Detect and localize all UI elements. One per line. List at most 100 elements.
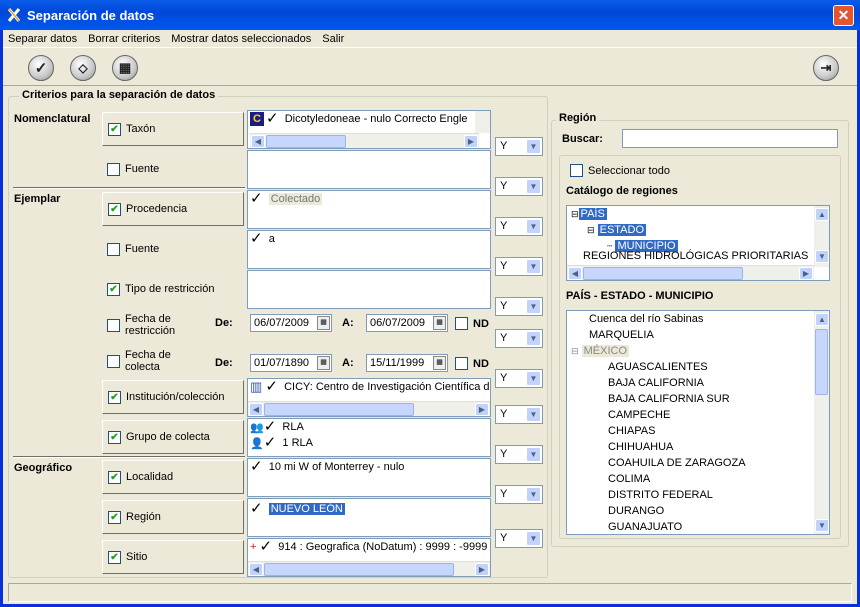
close-button[interactable]: ✕ [833,5,854,26]
criterion-fecha-restriccion[interactable]: Fecha de restricción [102,308,202,342]
check-icon: ✓ [263,418,277,435]
criterion-fuente-ejemplar[interactable]: Fuente [102,232,244,266]
fuente-checkbox[interactable] [107,162,120,176]
catalog-tree[interactable]: ⊟ PAÍS ⊟ ESTADO ┄ MUNICIPIO REGIONES HIDR… [566,205,830,281]
combo-y[interactable]: Y ▼ [495,137,543,156]
nd-checkbox[interactable] [455,357,468,370]
exit-button[interactable]: ⇥ [813,55,839,81]
criterion-fecha-colecta[interactable]: Fecha de colecta [102,344,202,378]
combo-y[interactable]: Y ▼ [495,485,543,504]
tree-item[interactable]: DURANGO [567,503,829,519]
tree-item[interactable]: Cuenca del río Sabinas [567,311,829,327]
select-all-checkbox[interactable] [570,164,583,177]
region-checkbox[interactable] [108,510,121,524]
criterion-procedencia[interactable]: Procedencia [102,192,244,226]
institucion-values[interactable]: ▥ ✓ CICY: Centro de Investigación Cientí… [247,378,491,417]
tree-item[interactable]: CAMPECHE [567,407,829,423]
show-data-button[interactable]: ▦ [112,55,138,81]
tree-item[interactable]: CHIAPAS [567,423,829,439]
institucion-checkbox[interactable] [108,390,121,404]
tree-item[interactable]: DISTRITO FEDERAL [567,487,829,503]
criterion-sitio[interactable]: Sitio [102,540,244,574]
localidad-checkbox[interactable] [108,470,121,484]
catalog-vscroll[interactable]: ▲ ▼ [814,206,829,267]
tree-item[interactable]: ⊟ ESTADO [567,222,829,238]
combo-y[interactable]: Y ▼ [495,217,543,236]
tree-item[interactable]: REGIONES HIDROLÓGICAS PRIORITARIAS [567,248,829,264]
table-icon: ▦ [118,60,132,75]
tipo-restriccion-values[interactable] [247,270,491,309]
taxon-hscroll[interactable]: ◀ ▶ [250,133,479,148]
criterion-taxon[interactable]: Taxón [102,112,244,146]
tree-item[interactable]: ⊟ MÉXICO [567,343,829,359]
tree-item[interactable]: CHIHUAHUA [567,439,829,455]
combo-y[interactable]: Y ▼ [495,405,543,424]
criterion-institucion[interactable]: Institución/colección [102,380,244,414]
sitio-checkbox[interactable] [108,550,121,564]
tree-item[interactable]: COLIMA [567,471,829,487]
fecha-restriccion-checkbox[interactable] [107,318,120,332]
separate-data-button[interactable]: ✓ [28,55,54,81]
combo-y[interactable]: Y ▼ [495,329,543,348]
grupo-colecta-values[interactable]: 👥 ✓ RLA 👤 ✓ 1 RLA [247,418,491,457]
criterion-grupo-colecta[interactable]: Grupo de colecta [102,420,244,454]
institucion-hscroll[interactable]: ◀ ▶ [248,401,490,416]
tree-item[interactable]: COAHUILA DE ZARAGOZA [567,455,829,471]
colecta-a-date[interactable]: 15/11/1999 ▦ [366,354,448,372]
fecha-colecta-checkbox[interactable] [107,354,120,368]
restriccion-nd[interactable]: ND [455,317,489,330]
combo-y[interactable]: Y ▼ [495,257,543,276]
combo-y[interactable]: Y ▼ [495,297,543,316]
menu-borrar-criterios[interactable]: Borrar criterios [88,33,160,45]
tipo-restriccion-checkbox[interactable] [107,282,120,296]
calendar-icon[interactable]: ▦ [433,316,446,330]
criterion-localidad[interactable]: Localidad [102,460,244,494]
nd-checkbox[interactable] [455,317,468,330]
tree-item[interactable]: BAJA CALIFORNIA [567,375,829,391]
region-values[interactable]: ✓ NUEVO LEÓN [247,498,491,537]
sitio-values[interactable]: + ✓ 914 : Geografica (NoDatum) : 9999 : … [247,538,491,577]
procedencia-checkbox[interactable] [108,202,121,216]
criterion-tipo-restriccion[interactable]: Tipo de restricción [102,272,244,306]
criterion-region[interactable]: Región [102,500,244,534]
procedencia-values[interactable]: ✓ Colectado [247,190,491,229]
sitio-hscroll[interactable]: ◀ ▶ [248,561,490,576]
tree-item[interactable]: MARQUELIA [567,327,829,343]
colecta-de-date[interactable]: 01/07/1890 ▦ [250,354,332,372]
restriccion-de-date[interactable]: 06/07/2009 ▦ [250,314,332,332]
region-vscroll[interactable]: ▲ ▼ [814,311,829,534]
restriccion-a-date[interactable]: 06/07/2009 ▦ [366,314,448,332]
tree-item[interactable]: BAJA CALIFORNIA SUR [567,391,829,407]
region-tree[interactable]: Cuenca del río Sabinas MARQUELIA ⊟ MÉXIC… [566,310,830,535]
combo-y[interactable]: Y ▼ [495,445,543,464]
tree-item[interactable]: AGUASCALIENTES [567,359,829,375]
clear-criteria-button[interactable]: ◇ [70,55,96,81]
fuente-nomenclatural-values[interactable] [247,150,491,189]
tree-item[interactable]: GUANAJUATO [567,519,829,534]
menu-mostrar-datos[interactable]: Mostrar datos seleccionados [171,33,311,45]
tree-item[interactable]: ⊟ PAÍS [567,206,829,222]
localidad-values[interactable]: ✓ 10 mi W of Monterrey - nulo [247,458,491,497]
check-icon: ✓ [259,538,273,555]
calendar-icon[interactable]: ▦ [317,316,330,330]
combo-y[interactable]: Y ▼ [495,177,543,196]
toolbar: ✓ ◇ ▦ ⇥ [3,50,857,86]
menu-separar-datos[interactable]: Separar datos [8,33,77,45]
combo-y[interactable]: Y ▼ [495,369,543,388]
chevron-down-icon: ▼ [526,331,541,346]
criterion-fuente-nomenclatural[interactable]: Fuente [102,152,244,186]
taxon-vscroll[interactable] [475,111,490,133]
menu-salir[interactable]: Salir [322,33,344,45]
fuente-ejemplar-values[interactable]: ✓ a [247,230,491,269]
catalog-hscroll[interactable]: ◀ ▶ [567,265,814,280]
select-all[interactable]: Seleccionar todo [570,164,670,177]
taxon-checkbox[interactable] [108,122,121,136]
calendar-icon[interactable]: ▦ [317,356,330,370]
combo-y[interactable]: Y ▼ [495,529,543,548]
fuente-checkbox[interactable] [107,242,120,256]
search-input[interactable] [622,129,838,148]
calendar-icon[interactable]: ▦ [433,356,446,370]
taxon-values[interactable]: C ✓ Dicotyledoneae - nulo Correcto Engle … [247,110,491,149]
grupo-colecta-checkbox[interactable] [108,430,121,444]
colecta-nd[interactable]: ND [455,357,489,370]
